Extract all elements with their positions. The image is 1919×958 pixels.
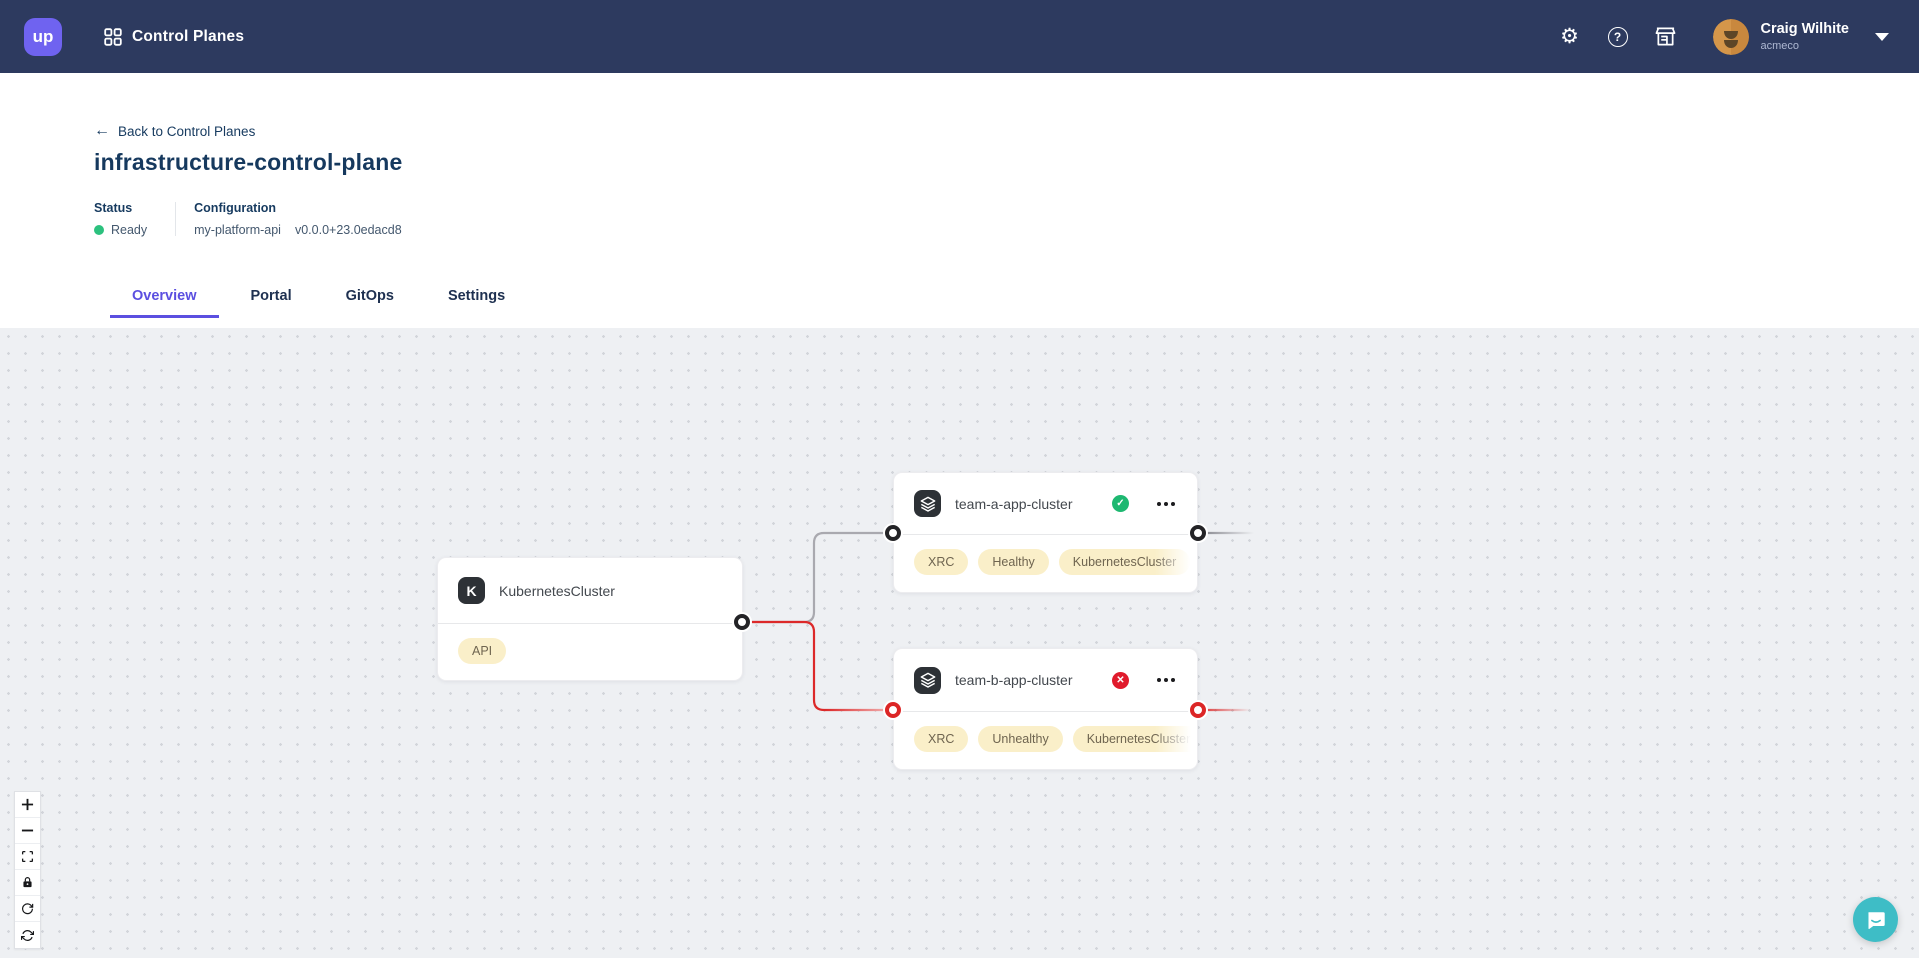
chat-icon — [1865, 909, 1887, 931]
lock-button[interactable] — [15, 870, 40, 896]
badge-xrc: XRC — [914, 726, 968, 752]
configuration-version: v0.0.0+23.0edacd8 — [295, 224, 402, 237]
kubernetes-icon: K — [458, 577, 485, 604]
upbound-logo[interactable]: up — [24, 18, 62, 56]
node-label: team-a-app-cluster — [955, 496, 1098, 512]
plus-icon — [21, 798, 34, 811]
avatar — [1713, 19, 1749, 55]
help-button[interactable]: ? — [1601, 20, 1635, 54]
tab-settings[interactable]: Settings — [426, 276, 527, 318]
tab-gitops[interactable]: GitOps — [324, 276, 416, 318]
handle-team-a-right[interactable] — [1190, 525, 1206, 541]
sync-button[interactable] — [15, 922, 40, 948]
edge-cluster-to-team-b — [742, 622, 893, 710]
badge-kind: KubernetesCluster — [1073, 726, 1197, 752]
status-label: Status — [94, 202, 147, 215]
handle-cluster-right[interactable] — [734, 614, 750, 630]
topology-canvas[interactable]: K KubernetesCluster API team-a-app-clust… — [0, 328, 1919, 958]
back-link-label: Back to Control Planes — [118, 124, 255, 139]
badge-kind: KubernetesCluster — [1059, 549, 1191, 575]
marketplace-button[interactable] — [1649, 20, 1683, 54]
edge-cluster-to-team-a — [742, 533, 893, 622]
node-team-b-app-cluster[interactable]: team-b-app-cluster ✕ XRC Unhealthy Kuber… — [893, 648, 1198, 770]
node-kubernetes-cluster[interactable]: K KubernetesCluster API — [437, 557, 743, 681]
grid-icon — [104, 28, 122, 46]
page-header: ← Back to Control Planes infrastructure-… — [0, 73, 1919, 328]
badge-healthy: Healthy — [978, 549, 1048, 575]
badge-unhealthy: Unhealthy — [978, 726, 1062, 752]
layers-icon — [914, 490, 941, 517]
canvas-controls — [14, 791, 41, 949]
user-menu[interactable]: Craig Wilhite acmeco — [1713, 19, 1890, 55]
tab-bar: Overview Portal GitOps Settings — [94, 276, 1919, 318]
upbound-logo-text: up — [33, 27, 54, 47]
back-link[interactable]: ← Back to Control Planes — [94, 123, 255, 139]
rotate-icon — [21, 902, 34, 915]
edges-layer — [0, 328, 1919, 958]
zoom-out-button[interactable] — [15, 818, 40, 844]
gear-icon: ⚙ — [1560, 26, 1579, 47]
healthy-check-icon: ✓ — [1112, 495, 1129, 512]
user-name: Craig Wilhite — [1761, 21, 1850, 38]
zoom-in-button[interactable] — [15, 792, 40, 818]
layers-icon — [914, 667, 941, 694]
configuration-name: my-platform-api — [194, 224, 281, 237]
top-navbar: up Control Planes ⚙ ? — [0, 0, 1919, 73]
configuration-label: Configuration — [194, 202, 402, 215]
handle-team-b-left[interactable] — [885, 702, 901, 718]
meta-divider — [175, 202, 176, 236]
help-icon: ? — [1608, 27, 1628, 47]
kubernetes-icon-glyph: K — [466, 583, 476, 599]
status-section: Status Ready — [94, 202, 147, 236]
lock-icon — [21, 876, 34, 889]
tab-overview[interactable]: Overview — [110, 276, 219, 318]
user-org: acmeco — [1761, 40, 1850, 53]
caret-down-icon — [1875, 33, 1889, 41]
minus-icon — [21, 824, 34, 837]
node-label: team-b-app-cluster — [955, 672, 1098, 688]
chat-launcher-button[interactable] — [1853, 897, 1898, 942]
settings-button[interactable]: ⚙ — [1553, 20, 1587, 54]
unhealthy-x-icon: ✕ — [1112, 672, 1129, 689]
marketplace-icon — [1654, 26, 1677, 47]
sync-icon — [21, 929, 34, 942]
fit-view-button[interactable] — [15, 844, 40, 870]
node-team-a-app-cluster[interactable]: team-a-app-cluster ✓ XRC Healthy Kuberne… — [893, 472, 1198, 593]
badge-xrc: XRC — [914, 549, 968, 575]
rotate-button[interactable] — [15, 896, 40, 922]
app-title: Control Planes — [132, 28, 244, 46]
handle-team-b-right[interactable] — [1190, 702, 1206, 718]
tab-portal[interactable]: Portal — [229, 276, 314, 318]
back-arrow-icon: ← — [94, 123, 110, 139]
node-menu-button[interactable] — [1155, 498, 1177, 510]
page-title: infrastructure-control-plane — [94, 149, 1919, 176]
fit-view-icon — [21, 850, 34, 863]
node-menu-button[interactable] — [1155, 674, 1177, 686]
status-dot-icon — [94, 225, 104, 235]
configuration-section: Configuration my-platform-api v0.0.0+23.… — [194, 202, 402, 236]
handle-team-a-left[interactable] — [885, 525, 901, 541]
node-label: KubernetesCluster — [499, 583, 722, 599]
status-value: Ready — [111, 224, 147, 237]
badge-api: API — [458, 638, 506, 664]
